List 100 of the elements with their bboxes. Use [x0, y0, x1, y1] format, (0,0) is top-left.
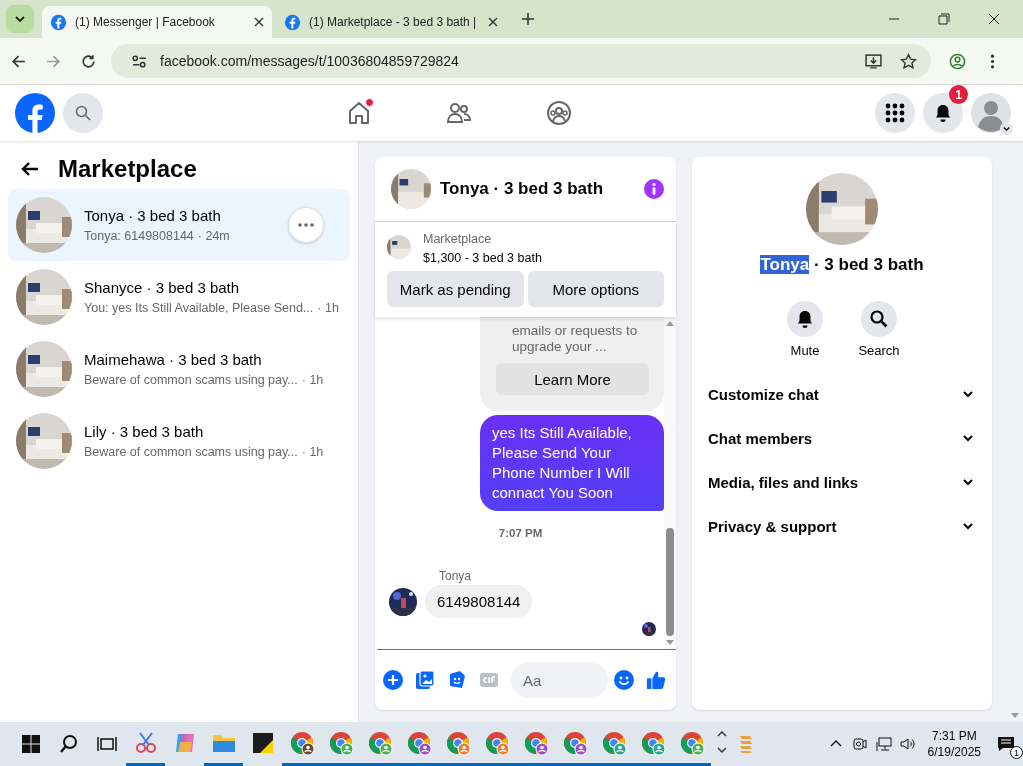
profile-icon[interactable]: [949, 52, 966, 70]
emoji-icon[interactable]: [614, 670, 634, 690]
facebook-icon: [284, 13, 301, 31]
tab-title: (1) Marketplace - 3 bed 3 bath |: [309, 15, 478, 29]
chat-title: Shanyce · 3 bed 3 bath: [84, 279, 241, 296]
message-field[interactable]: Aa: [511, 662, 608, 698]
scrollbar[interactable]: [664, 317, 676, 649]
listing-title: $1,300 - 3 bed 3 bath: [423, 251, 542, 265]
message-preview: Tonya: 6149808144: [84, 229, 194, 243]
info-icon[interactable]: [644, 179, 664, 199]
chat-list-item[interactable]: Tonya · 3 bed 3 bath Tonya: 6149808144 · 24m: [8, 189, 350, 261]
learn-more-button[interactable]: Learn More: [496, 363, 649, 395]
message-time: · 24m: [197, 229, 230, 243]
message-icon[interactable]: [997, 736, 1015, 752]
thumbs-up-icon[interactable]: [646, 670, 666, 690]
section-header[interactable]: Customize chat: [692, 372, 992, 416]
facebook-icon: [50, 13, 67, 31]
browser-tab[interactable]: (1) Marketplace - 3 bed 3 bath |: [276, 6, 506, 38]
sender-name: Tonya: [439, 569, 473, 583]
scroll-down-icon[interactable]: [666, 640, 674, 645]
action-button[interactable]: More options: [527, 271, 664, 307]
sent-message: yes Its Still Available, Please Send Your Phone Number I Will connact You Soon: [480, 415, 664, 511]
task-view-icon[interactable]: [97, 734, 117, 754]
timestamp: 7:07 PM: [498, 527, 543, 539]
action-button[interactable]: Mark as pending: [387, 271, 524, 307]
search-icon: [869, 309, 889, 329]
restore-icon[interactable]: [938, 13, 950, 25]
chevron-icon: [962, 520, 974, 532]
grid-icon: [885, 103, 905, 123]
chat-list-item[interactable]: Shanyce · 3 bed 3 bath You: yes Its Still Available, Please Send... · 1h: [8, 261, 350, 333]
groups-icon[interactable]: [546, 100, 572, 126]
close-icon[interactable]: [988, 13, 1000, 25]
scroll-up-icon[interactable]: [666, 321, 674, 326]
chevron-icon: [962, 476, 974, 488]
start-icon[interactable]: [21, 734, 41, 754]
section-header[interactable]: Chat members: [692, 416, 992, 460]
install-icon[interactable]: [865, 52, 882, 70]
search-button[interactable]: [861, 301, 897, 337]
chat-title: Lily · 3 bed 3 bath: [84, 423, 205, 440]
action-label: Search: [858, 343, 900, 358]
apps-menu-button[interactable]: [875, 93, 915, 133]
chat-title: Tonya · 3 bed 3 bath: [440, 179, 604, 199]
section-label: Media, files and links: [708, 473, 859, 491]
scroll-arrows-icon[interactable]: [717, 730, 727, 754]
add-icon[interactable]: [383, 670, 403, 690]
address-bar[interactable]: facebook.com/messages/t/10036804859729824: [111, 44, 931, 78]
facebook-logo-icon[interactable]: [15, 93, 55, 133]
search-icon[interactable]: [59, 734, 79, 754]
chat-list-item[interactable]: Maimehawa · 3 bed 3 bath Beware of common scams using pay... · 1h: [8, 333, 350, 405]
search-icon: [75, 105, 91, 121]
close-icon[interactable]: [254, 17, 264, 27]
reload-icon[interactable]: [80, 52, 97, 70]
chat-title: Maimehawa · 3 bed 3 bath: [84, 351, 263, 368]
message-preview: You: yes Its Still Available, Please Send...: [84, 301, 314, 315]
message-time: · 1h: [301, 445, 324, 459]
section-label: Chat members: [708, 429, 813, 447]
clock-time: 7:31 PM: [931, 729, 977, 743]
sticker-icon[interactable]: [447, 670, 467, 690]
friends-icon[interactable]: [446, 100, 472, 126]
star-icon[interactable]: [900, 52, 917, 70]
notice-text: emails or requests to upgrade your ...: [511, 323, 639, 355]
network-icon[interactable]: [875, 736, 892, 752]
url-text: facebook.com/messages/t/10036804859729824: [160, 53, 459, 69]
browser-tab[interactable]: (1) Messenger | Facebook: [42, 6, 272, 38]
caret-icon[interactable]: [1000, 122, 1013, 135]
message-preview: Beware of common scams using pay...: [84, 373, 298, 387]
chevron-icon: [962, 388, 974, 400]
chevron-icon: [962, 432, 974, 444]
received-message: 6149808144: [425, 585, 533, 618]
camera-icon[interactable]: [851, 736, 868, 752]
chat-list-item[interactable]: Lily · 3 bed 3 bath Beware of common scams using pay... · 1h: [8, 405, 350, 477]
caret-icon: [15, 16, 25, 22]
listing-source: Marketplace: [423, 232, 493, 246]
bell-icon: [933, 103, 953, 123]
gallery-icon[interactable]: [415, 670, 435, 690]
action-label: Mute: [790, 343, 820, 358]
message-time: · 1h: [301, 373, 324, 387]
bell-icon: [795, 309, 815, 329]
notification-count: 1: [1010, 746, 1023, 759]
scroll-thumb[interactable]: [666, 528, 674, 636]
notification-badge: 1: [949, 85, 968, 104]
message-time: · 1h: [317, 301, 339, 315]
section-label: Customize chat: [708, 385, 819, 403]
section-label: Privacy & support: [708, 517, 837, 535]
scroll-down-icon[interactable]: [1011, 713, 1019, 718]
section-header[interactable]: Media, files and links: [692, 460, 992, 504]
site-settings-icon[interactable]: [131, 52, 148, 70]
new-tab-icon[interactable]: [522, 13, 534, 25]
tab-title: (1) Messenger | Facebook: [75, 15, 216, 29]
close-icon[interactable]: [488, 17, 498, 27]
volume-icon[interactable]: [899, 736, 916, 752]
more-icon: [298, 223, 314, 227]
mute-button[interactable]: [787, 301, 823, 337]
chat-title: Tonya · 3 bed 3 bath: [84, 207, 222, 224]
section-header[interactable]: Privacy & support: [692, 504, 992, 548]
home-icon[interactable]: [346, 100, 372, 126]
message-preview: Beware of common scams using pay...: [84, 445, 298, 459]
clock-date: 6/19/2025: [927, 745, 981, 759]
tab-search-button[interactable]: [6, 5, 34, 33]
sidebar-title: Marketplace: [58, 155, 197, 183]
